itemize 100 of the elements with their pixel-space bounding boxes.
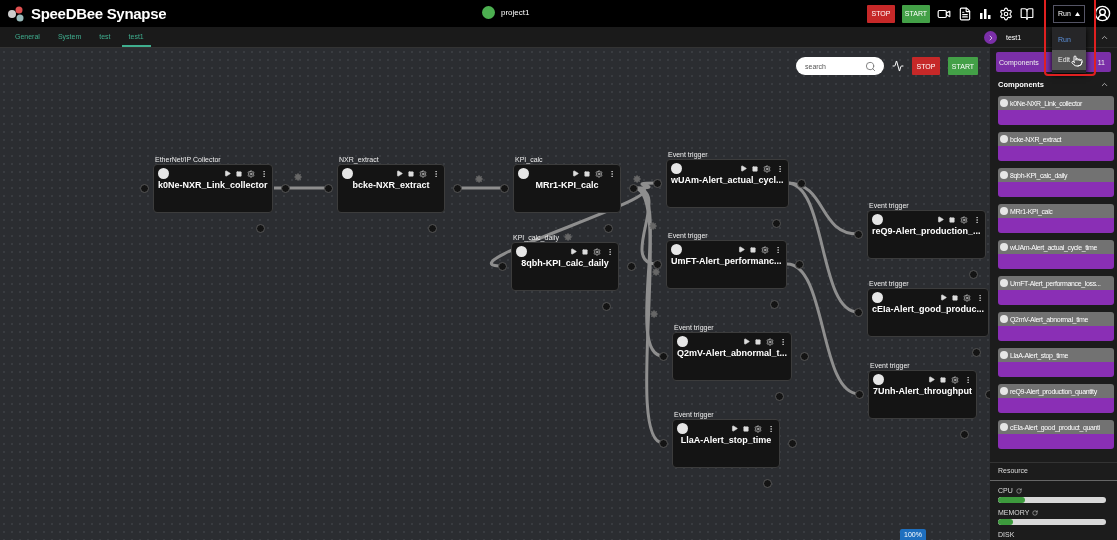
stop-icon[interactable] (584, 170, 590, 177)
input-port[interactable] (659, 352, 668, 361)
input-port[interactable] (854, 230, 863, 239)
input-port[interactable] (140, 184, 149, 193)
node-card[interactable]: 7Unh-Alert_throughput (868, 370, 977, 419)
play-icon[interactable] (743, 338, 751, 345)
bar-chart-icon[interactable] (979, 7, 992, 20)
node-card[interactable]: reQ9-Alert_production_... (867, 210, 986, 259)
settings-icon[interactable] (760, 245, 769, 254)
settings-icon[interactable] (951, 375, 959, 384)
node-name: 7Unh-Alert_throughput (873, 386, 972, 396)
status-circle (873, 374, 884, 385)
hand-cursor-icon (1071, 54, 1083, 67)
output-port[interactable] (796, 179, 806, 188)
play-icon[interactable] (936, 216, 944, 223)
gear-icon (652, 268, 660, 276)
search-icon[interactable] (865, 60, 876, 72)
gear-icon (633, 175, 641, 183)
refresh-icon[interactable] (1015, 487, 1022, 494)
node-card[interactable]: UmFT-Alert_performanc... (666, 240, 787, 289)
node-card[interactable]: bcke-NXR_extract (337, 164, 445, 213)
settings-icon[interactable] (246, 169, 255, 178)
input-port[interactable] (855, 390, 864, 399)
status-circle (1000, 207, 1008, 215)
status-circle (158, 168, 169, 179)
project-name: project1 (501, 8, 530, 17)
input-port[interactable] (324, 184, 333, 193)
settings-icon[interactable] (762, 164, 771, 173)
node-card[interactable]: 8qbh-KPI_calc_daily (511, 242, 619, 291)
stop-icon[interactable] (755, 338, 762, 345)
stop-icon[interactable] (582, 248, 588, 255)
play-icon[interactable] (570, 248, 577, 255)
settings-icon[interactable] (963, 293, 972, 302)
input-port[interactable] (500, 184, 509, 193)
input-port[interactable] (498, 262, 507, 271)
user-icon[interactable] (1094, 5, 1111, 22)
status-circle (1000, 99, 1008, 107)
node-card[interactable]: k0Ne-NXR_Link_collector (153, 164, 273, 213)
input-port[interactable] (659, 439, 668, 448)
play-icon[interactable] (940, 294, 948, 301)
chevron-up-icon[interactable] (1100, 80, 1109, 89)
more-icon[interactable] (606, 247, 614, 256)
node-card[interactable]: LlaA-Alert_stop_time (672, 419, 780, 468)
play-icon[interactable] (396, 170, 403, 177)
settings-icon[interactable] (595, 169, 603, 178)
gear-icon (650, 310, 658, 318)
node-name: MRr1-KPI_calc (534, 180, 600, 190)
settings-icon[interactable] (754, 424, 762, 433)
node-card[interactable]: wUAm-Alert_actual_cycl... (666, 159, 789, 208)
node-name: reQ9-Alert_production_... (872, 226, 981, 236)
stop-icon[interactable] (749, 246, 756, 253)
settings-icon[interactable] (959, 215, 968, 224)
play-icon[interactable] (223, 170, 231, 177)
stop-icon[interactable] (948, 216, 955, 223)
status-circle (342, 168, 353, 179)
node-name: cEIa-Alert_good_produc... (872, 304, 985, 314)
stop-icon[interactable] (235, 170, 242, 177)
gear-icon (475, 175, 483, 183)
status-circle (1000, 135, 1008, 143)
more-icon[interactable] (608, 169, 616, 178)
node-name: LlaA-Alert_stop_time (679, 435, 773, 445)
stop-icon[interactable] (952, 294, 959, 301)
more-icon[interactable] (964, 375, 972, 384)
output-port[interactable] (794, 260, 804, 269)
book-icon[interactable] (1020, 6, 1034, 21)
node-card[interactable]: cEIa-Alert_good_produc... (867, 288, 990, 337)
stop-icon[interactable] (408, 170, 414, 177)
input-port[interactable] (854, 308, 863, 317)
refresh-icon[interactable] (1032, 509, 1039, 516)
status-circle (671, 163, 682, 174)
node-name: bcke-NXR_extract (351, 180, 431, 190)
input-port[interactable] (653, 179, 662, 188)
play-icon[interactable] (572, 170, 579, 177)
settings-icon[interactable] (593, 247, 601, 256)
play-icon[interactable] (928, 376, 935, 383)
status-circle (518, 168, 529, 179)
play-icon[interactable] (731, 425, 738, 432)
status-circle (1000, 171, 1008, 179)
settings-icon[interactable] (419, 169, 427, 178)
status-circle (1000, 243, 1008, 251)
document-icon[interactable] (958, 6, 972, 21)
node-card[interactable]: MRr1-KPI_calc (513, 164, 621, 213)
node-name: k0Ne-NXR_Link_collector (158, 180, 268, 190)
output-port[interactable] (453, 184, 462, 193)
stop-icon[interactable] (743, 425, 749, 432)
settings-icon[interactable] (766, 337, 775, 346)
output-port[interactable] (629, 184, 638, 193)
play-icon[interactable] (737, 246, 745, 253)
node-card[interactable]: Q2mV-Alert_abnormal_t... (672, 332, 793, 381)
trend-line-icon[interactable] (892, 60, 904, 72)
output-port[interactable] (280, 184, 290, 193)
stop-icon[interactable] (751, 165, 758, 172)
node-name: Q2mV-Alert_abnormal_t... (677, 348, 788, 358)
node-name: 8qbh-KPI_calc_daily (520, 258, 610, 268)
more-icon[interactable] (767, 424, 775, 433)
node-name: UmFT-Alert_performanc... (671, 256, 782, 266)
play-icon[interactable] (739, 165, 747, 172)
input-port[interactable] (653, 260, 662, 269)
stop-icon[interactable] (940, 376, 946, 383)
more-icon[interactable] (432, 169, 440, 178)
